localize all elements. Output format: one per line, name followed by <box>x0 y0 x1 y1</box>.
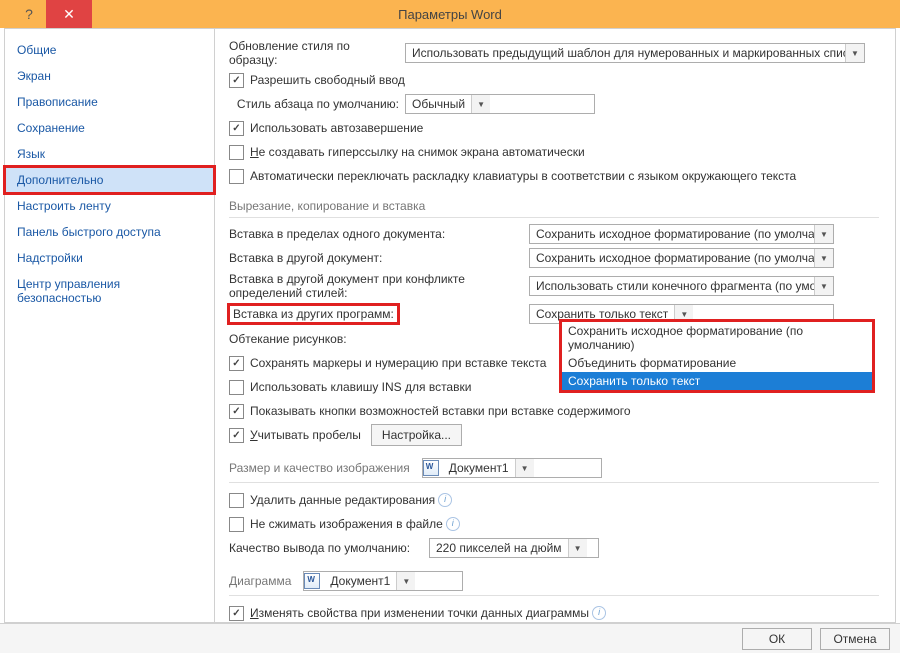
chk-keep-bullets[interactable] <box>229 356 244 371</box>
chevron-down-icon: ▼ <box>471 95 490 113</box>
chk-autocomplete[interactable] <box>229 121 244 136</box>
chk-mod-props-label: Изменять свойства при изменении точки да… <box>250 606 589 620</box>
dialog-footer: ОК Отмена <box>0 623 900 653</box>
sidebar-item-2[interactable]: Правописание <box>5 89 214 115</box>
sidebar-item-4[interactable]: Язык <box>5 141 214 167</box>
chk-mod-props[interactable] <box>229 606 244 621</box>
chk-no-compress-label: Не сжимать изображения в файле <box>250 517 443 531</box>
pictures-wrap-label: Обтекание рисунков: <box>229 332 347 346</box>
dropdown-option-2[interactable]: Сохранить только текст <box>562 372 872 390</box>
chevron-down-icon: ▼ <box>845 44 864 62</box>
chk-track-spaces-label: Учитывать пробелы <box>250 428 361 442</box>
section-chart-heading: Диаграмма Документ1▼ <box>229 571 879 596</box>
chevron-down-icon: ▼ <box>515 459 534 477</box>
chk-discard-edit[interactable] <box>229 493 244 508</box>
chk-no-hyperlink-label: Не создавать гиперссылку на снимок экран… <box>250 145 585 159</box>
style-update-select[interactable]: Использовать предыдущий шаблон для нумер… <box>405 43 865 63</box>
document-icon <box>304 573 320 589</box>
chk-ins-key-label: Использовать клавишу INS для вставки <box>250 380 471 394</box>
section-image-heading: Размер и качество изображения Документ1▼ <box>229 458 879 483</box>
dropdown-option-1[interactable]: Объединить форматирование <box>562 354 872 372</box>
ok-button[interactable]: ОК <box>742 628 812 650</box>
chevron-down-icon: ▼ <box>568 539 587 557</box>
chk-no-hyperlink[interactable] <box>229 145 244 160</box>
chevron-down-icon: ▼ <box>814 277 833 295</box>
chk-discard-edit-label: Удалить данные редактирования <box>250 493 435 507</box>
image-quality-select[interactable]: 220 пикселей на дюйм▼ <box>429 538 599 558</box>
section-cut-heading: Вырезание, копирование и вставка <box>229 199 879 218</box>
info-icon[interactable] <box>446 517 460 531</box>
chk-free-input-label: Разрешить свободный ввод <box>250 73 405 87</box>
paste-row-label-1: Вставка в другой документ: <box>229 251 529 265</box>
sidebar-item-5[interactable]: Дополнительно <box>5 167 214 193</box>
style-update-label: Обновление стиля по образцу: <box>229 39 405 67</box>
window-title: Параметры Word <box>0 7 900 22</box>
sidebar-item-9[interactable]: Центр управления безопасностью <box>5 271 214 311</box>
sidebar-item-6[interactable]: Настроить ленту <box>5 193 214 219</box>
chart-doc-select[interactable]: Документ1▼ <box>303 571 463 591</box>
image-doc-select[interactable]: Документ1▼ <box>422 458 602 478</box>
paste-row-label-2: Вставка в другой документ при конфликте … <box>229 272 529 300</box>
chevron-down-icon: ▼ <box>396 572 415 590</box>
document-icon <box>423 460 439 476</box>
dropdown-option-0[interactable]: Сохранить исходное форматирование (по ум… <box>562 322 872 354</box>
chk-keep-bullets-label: Сохранять маркеры и нумерацию при вставк… <box>250 356 546 370</box>
info-icon[interactable] <box>592 606 606 620</box>
chk-auto-switch-layout-label: Автоматически переключать раскладку клав… <box>250 169 796 183</box>
title-bar: Параметры Word ? ✕ <box>0 0 900 28</box>
chk-free-input[interactable] <box>229 73 244 88</box>
sidebar-item-3[interactable]: Сохранение <box>5 115 214 141</box>
chk-autocomplete-label: Использовать автозавершение <box>250 121 423 135</box>
paste-row-select-2[interactable]: Использовать стили конечного фрагмента (… <box>529 276 834 296</box>
info-icon[interactable] <box>438 493 452 507</box>
chk-show-paste-buttons-label: Показывать кнопки возможностей вставки п… <box>250 404 631 418</box>
sidebar-item-7[interactable]: Панель быстрого доступа <box>5 219 214 245</box>
chk-no-compress[interactable] <box>229 517 244 532</box>
chevron-down-icon: ▼ <box>814 249 833 267</box>
paste-other-programs-dropdown-list[interactable]: Сохранить исходное форматирование (по ум… <box>561 321 873 391</box>
cancel-button[interactable]: Отмена <box>820 628 890 650</box>
chk-auto-switch-layout[interactable] <box>229 169 244 184</box>
chevron-down-icon: ▼ <box>814 225 833 243</box>
sidebar: ОбщиеЭкранПравописаниеСохранениеЯзыкДопо… <box>5 29 215 622</box>
paste-row-label-3: Вставка из других программ: <box>229 305 398 323</box>
paste-row-select-0[interactable]: Сохранить исходное форматирование (по ум… <box>529 224 834 244</box>
paste-row-select-1[interactable]: Сохранить исходное форматирование (по ум… <box>529 248 834 268</box>
image-quality-label: Качество вывода по умолчанию: <box>229 541 429 555</box>
default-para-select[interactable]: Обычный▼ <box>405 94 595 114</box>
chk-ins-key[interactable] <box>229 380 244 395</box>
sidebar-item-0[interactable]: Общие <box>5 37 214 63</box>
paste-settings-button[interactable]: Настройка... <box>371 424 462 446</box>
default-para-label: Стиль абзаца по умолчанию: <box>229 97 405 111</box>
help-button[interactable]: ? <box>12 0 46 28</box>
sidebar-item-8[interactable]: Надстройки <box>5 245 214 271</box>
sidebar-item-1[interactable]: Экран <box>5 63 214 89</box>
close-button[interactable]: ✕ <box>46 0 92 28</box>
paste-row-label-0: Вставка в пределах одного документа: <box>229 227 529 241</box>
chk-track-spaces[interactable] <box>229 428 244 443</box>
chk-show-paste-buttons[interactable] <box>229 404 244 419</box>
